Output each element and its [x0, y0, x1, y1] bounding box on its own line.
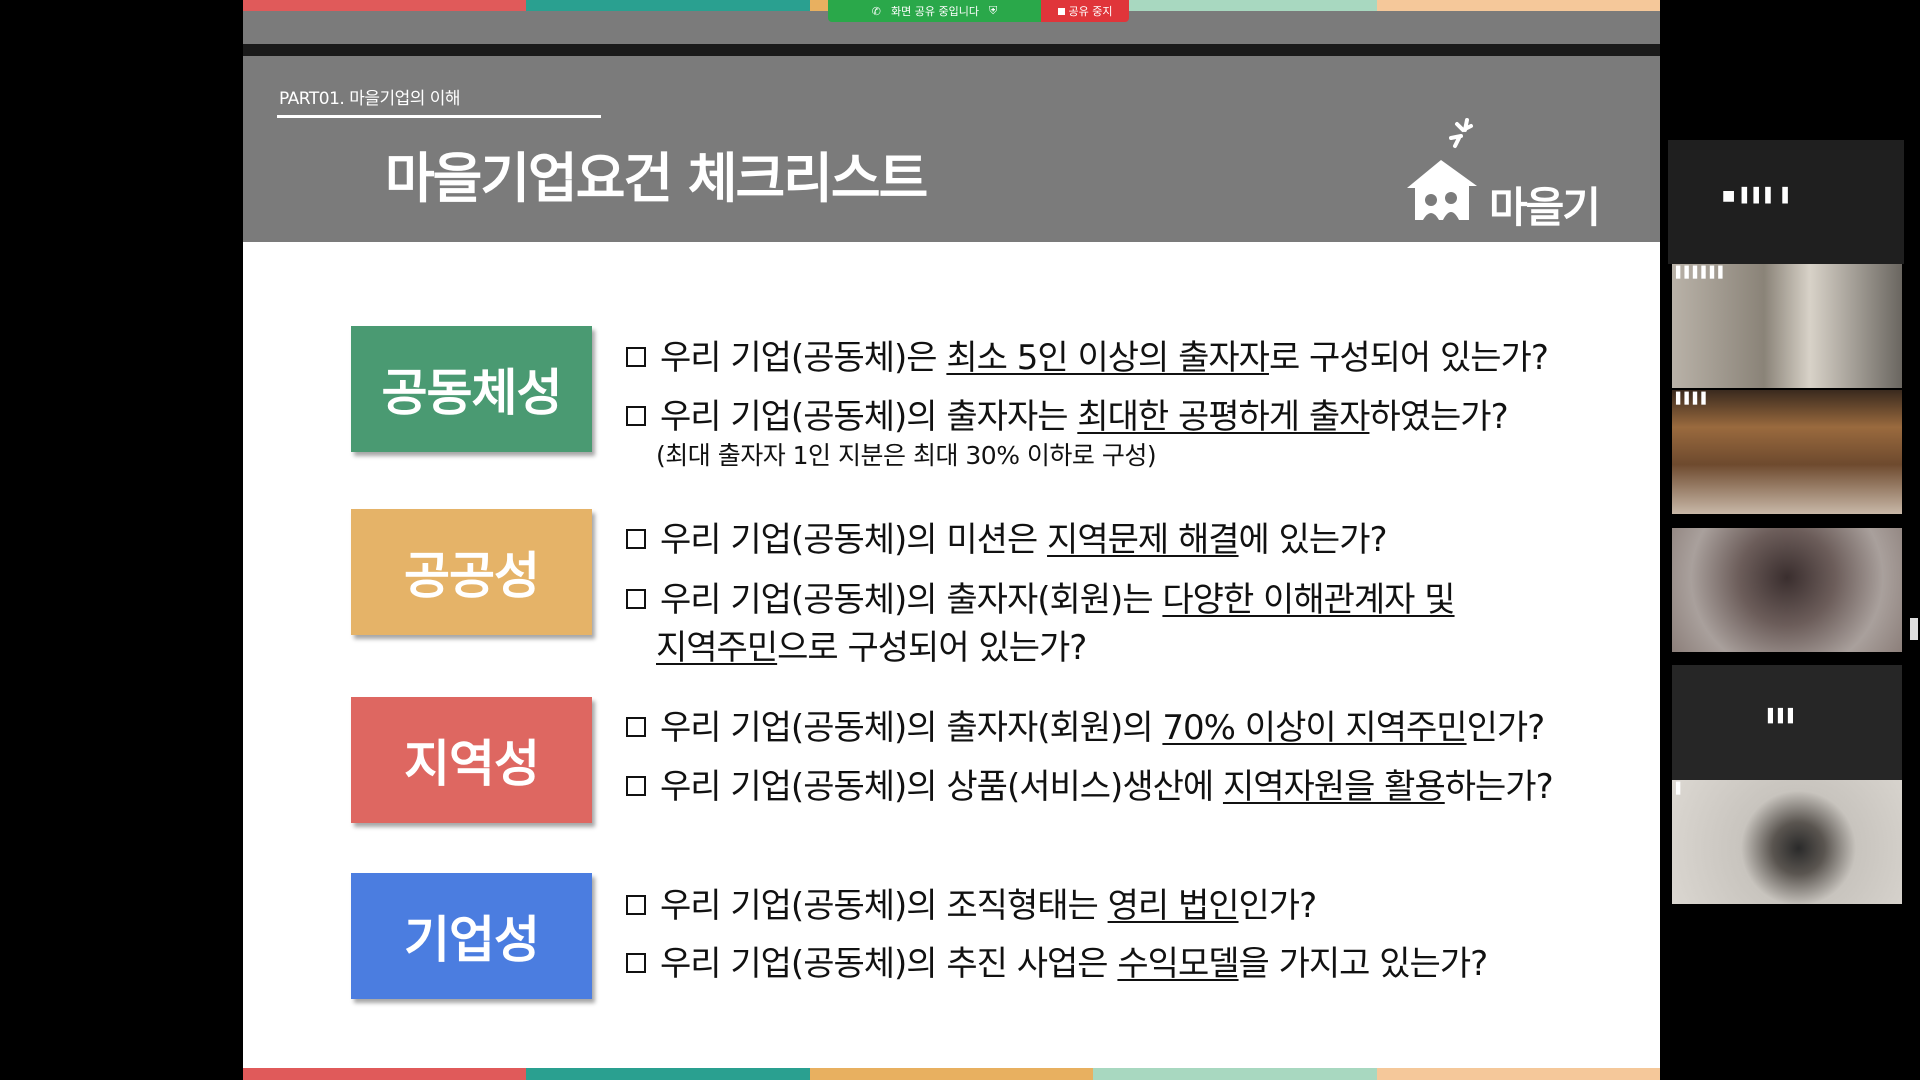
blurred-video: [1672, 390, 1902, 514]
slide-title: 마을기업요건 체크리스트: [385, 147, 928, 210]
share-status-text: 화면 공유 중입니다: [891, 5, 979, 18]
stripe-segment: [1093, 0, 1377, 11]
participant-video-tile[interactable]: ▌▌▌▌▌▌: [1672, 264, 1902, 388]
checkbox-icon[interactable]: [626, 529, 646, 549]
shared-slide: PART01. 마을기업의 이해 마을기업요건 체크리스트 마을기업 공동체성 …: [243, 0, 1660, 1080]
question-enterprise-2: 우리 기업(공동체)의 추진 사업은 수익모델을 가지고 있는가?: [626, 936, 1489, 985]
part-underline: [277, 115, 601, 118]
question-text: 으로 구성되어 있는가?: [777, 628, 1087, 668]
checkbox-icon[interactable]: [626, 406, 646, 426]
blurred-video: [1672, 780, 1902, 904]
question-public-2: 우리 기업(공동체)의 출자자(회원)는 다양한 이해관계자 및: [626, 572, 1456, 621]
slide-header: PART01. 마을기업의 이해 마을기업요건 체크리스트 마을기업: [243, 56, 1660, 293]
question-text: 우리 기업(공동체)의 출자자는: [660, 397, 1078, 437]
share-status-pill: ✆ 화면 공유 중입니다 ⛨: [828, 0, 1041, 22]
question-emphasis: 최소 5인 이상의 출자자: [946, 338, 1270, 378]
question-text: 을 가지고 있는가?: [1238, 944, 1489, 984]
top-dark-band: [243, 44, 1660, 56]
blurred-video: [1672, 528, 1902, 652]
participant-tile-no-video[interactable]: ▌▌▌: [1672, 665, 1902, 789]
stripe-segment: [1376, 0, 1660, 11]
question-emphasis: 최대한 공평하게 출자: [1077, 397, 1370, 437]
badge-community: 공동체성: [351, 326, 592, 452]
participant-name: ▌▌▌▌: [1676, 392, 1710, 405]
question-emphasis: 70% 이상이 지역주민: [1162, 708, 1467, 748]
question-text: 에 있는가?: [1238, 520, 1388, 560]
badge-local: 지역성: [351, 697, 592, 823]
part-label: PART01. 마을기업의 이해: [279, 89, 461, 109]
bottom-color-stripe: [243, 1068, 1660, 1080]
screen-share-banner: ✆ 화면 공유 중입니다 ⛨ 공유 중지: [828, 0, 1129, 22]
question-local-2: 우리 기업(공동체)의 상품(서비스)생산에 지역자원을 활용하는가?: [626, 759, 1554, 808]
badge-enterprise: 기업성: [351, 873, 592, 999]
stripe-segment: [243, 0, 527, 11]
checkbox-icon[interactable]: [626, 717, 646, 737]
stop-icon: [1057, 7, 1065, 15]
stripe-segment: [1376, 1068, 1660, 1080]
question-text: 로 구성되어 있는가?: [1268, 338, 1549, 378]
stripe-segment: [1093, 1068, 1377, 1080]
stripe-segment: [526, 1068, 810, 1080]
checkbox-icon[interactable]: [626, 895, 646, 915]
question-emphasis: 지역문제 해결: [1047, 520, 1239, 560]
question-community-2: 우리 기업(공동체)의 출자자는 최대한 공평하게 출자하였는가?: [626, 389, 1509, 438]
question-text: 우리 기업(공동체)의 추진 사업은: [660, 944, 1118, 984]
question-public-2-continuation: 지역주민으로 구성되어 있는가?: [656, 620, 1087, 669]
question-text: 우리 기업(공동체)의 출자자(회원)의: [660, 708, 1163, 748]
maeul-logo: 마을기업: [1405, 116, 1635, 293]
question-text: 우리 기업(공동체)의 출자자(회원)는: [660, 580, 1163, 620]
question-text: 우리 기업(공동체)의 조직형태는: [660, 886, 1108, 926]
question-emphasis: 지역주민: [656, 628, 778, 668]
participant-video-tile[interactable]: [1672, 528, 1902, 652]
question-note: (최대 출자자 1인 지분은 최대 30% 이하로 구성): [656, 441, 1157, 470]
panel-scrollbar[interactable]: [1910, 618, 1918, 640]
panel-header: ■ ▌▌▌ ▌: [1668, 140, 1904, 264]
blurred-video: [1672, 264, 1902, 388]
checkbox-icon[interactable]: [626, 776, 646, 796]
question-text: 인가?: [1238, 886, 1318, 926]
question-text: 우리 기업(공동체)의 상품(서비스)생산에: [660, 767, 1223, 807]
question-text: 하였는가?: [1369, 397, 1508, 437]
participant-name: ▌▌▌: [1768, 709, 1798, 724]
stripe-segment: [809, 1068, 1094, 1080]
question-text: 하는가?: [1444, 767, 1554, 807]
stop-share-button[interactable]: 공유 중지: [1041, 0, 1129, 22]
participant-name: ▌▌▌▌▌▌: [1676, 266, 1727, 279]
shield-icon: ⛨: [988, 4, 998, 17]
logo-text: 마을기업: [1489, 183, 1601, 293]
checkbox-icon[interactable]: [626, 589, 646, 609]
participant-video-tile[interactable]: ▌: [1672, 780, 1902, 904]
question-emphasis: 영리 법인: [1107, 886, 1240, 926]
stripe-segment: [526, 0, 810, 11]
question-emphasis: 다양한 이해관계자 및: [1162, 580, 1455, 620]
stripe-segment: [243, 1068, 527, 1080]
checkbox-icon[interactable]: [626, 347, 646, 367]
stop-share-label: 공유 중지: [1068, 5, 1113, 18]
question-text: 우리 기업(공동체)은: [660, 338, 947, 378]
question-enterprise-1: 우리 기업(공동체)의 조직형태는 영리 법인인가?: [626, 878, 1318, 927]
participant-name: ▌: [1676, 782, 1685, 795]
question-emphasis: 수익모델: [1117, 944, 1239, 984]
panel-header-label: ■ ▌▌▌ ▌: [1722, 188, 1795, 204]
house-people-icon: [1407, 118, 1477, 220]
question-community-1: 우리 기업(공동체)은 최소 5인 이상의 출자자로 구성되어 있는가?: [626, 330, 1549, 379]
phone-icon: ✆: [871, 4, 881, 18]
question-text: 인가?: [1466, 708, 1546, 748]
question-local-1: 우리 기업(공동체)의 출자자(회원)의 70% 이상이 지역주민인가?: [626, 700, 1546, 749]
question-public-1: 우리 기업(공동체)의 미션은 지역문제 해결에 있는가?: [626, 512, 1388, 561]
question-emphasis: 지역자원을 활용: [1222, 767, 1446, 807]
question-text: 우리 기업(공동체)의 미션은: [660, 520, 1048, 560]
participants-panel: ■ ▌▌▌ ▌ ▌▌▌▌▌▌ ▌▌▌▌ ▌▌▌ ▌: [1668, 140, 1920, 1080]
participant-video-tile[interactable]: ▌▌▌▌: [1672, 390, 1902, 514]
badge-public: 공공성: [351, 509, 592, 635]
checkbox-icon[interactable]: [626, 953, 646, 973]
